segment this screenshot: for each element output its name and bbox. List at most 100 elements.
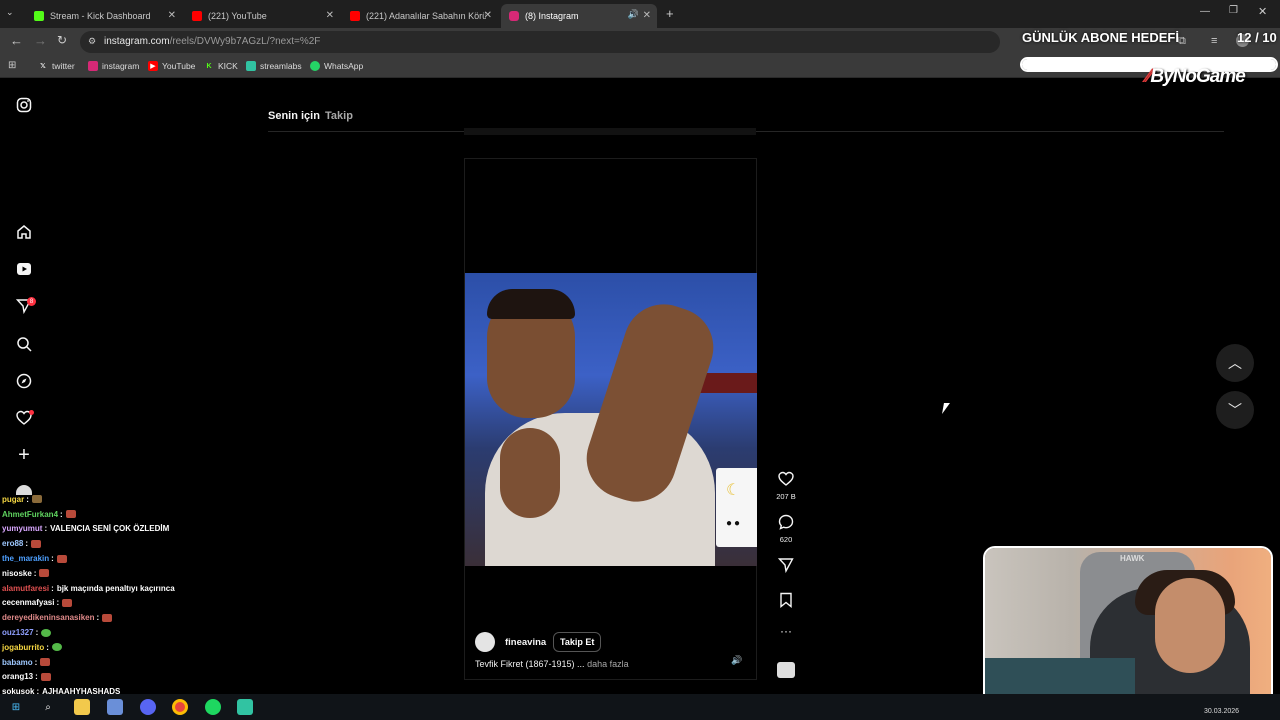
- tab-label: (221) Adanalılar Sabahın Körün: [366, 11, 486, 21]
- chat-username[interactable]: dereyedikeninsanasiken: [2, 613, 95, 622]
- bookmark-label: streamlabs: [260, 61, 302, 71]
- chat-emote-icon: [62, 598, 73, 607]
- chrome-icon[interactable]: [172, 699, 188, 715]
- forward-arrow-icon[interactable]: →: [34, 33, 47, 48]
- chat-username[interactable]: nisoske: [2, 569, 32, 578]
- chat-username[interactable]: ouz1327: [2, 628, 34, 637]
- search-icon[interactable]: [14, 334, 34, 354]
- minimize-button[interactable]: —: [1200, 6, 1210, 17]
- bookmark-streamlabs[interactable]: streamlabs: [246, 61, 302, 71]
- windows-start-icon[interactable]: ⊞: [8, 699, 24, 715]
- taskbar-search-icon[interactable]: ⌕: [40, 699, 56, 715]
- bookmark-youtube[interactable]: ▶ YouTube: [148, 61, 195, 71]
- like-count: 207 B: [776, 492, 796, 501]
- owner-username[interactable]: fineavina: [505, 637, 546, 648]
- spotify-icon[interactable]: [205, 699, 221, 715]
- speaker-icon[interactable]: 🔊: [628, 9, 639, 20]
- kick-logo-icon: K: [206, 62, 212, 70]
- bookmark-label: instagram: [102, 61, 140, 71]
- comment-count: 620: [779, 535, 793, 544]
- site-info-icon[interactable]: ⚙: [88, 36, 96, 47]
- create-plus-icon[interactable]: +: [14, 444, 34, 466]
- bookmark-twitter[interactable]: 𝕏twitter: [38, 61, 75, 71]
- home-icon[interactable]: [14, 222, 34, 242]
- tab-youtube-adanalilar[interactable]: (221) Adanalılar Sabahın Körün ✕: [342, 4, 498, 28]
- streamlabs-app-icon[interactable]: [237, 699, 253, 715]
- tab-following[interactable]: Takip: [325, 110, 353, 122]
- new-tab-button[interactable]: +: [666, 6, 674, 21]
- subscriber-goal-title: GÜNLÜK ABONE HEDEFİ: [1022, 30, 1179, 45]
- close-tab-icon[interactable]: ✕: [484, 10, 492, 21]
- chat-username[interactable]: cecenmafyasi: [2, 598, 54, 607]
- share-icon[interactable]: [776, 557, 796, 577]
- next-reel-chevron-down-icon[interactable]: ﹀: [1216, 391, 1254, 429]
- tab-for-you[interactable]: Senin için: [268, 110, 320, 122]
- bookmark-label: WhatsApp: [324, 61, 364, 71]
- chat-username[interactable]: ero88: [2, 539, 23, 548]
- close-window-button[interactable]: ✕: [1258, 5, 1267, 18]
- chat-separator: :: [96, 613, 100, 623]
- bookmark-label: YouTube: [162, 61, 196, 71]
- chat-username[interactable]: alamutfaresi: [2, 584, 49, 593]
- bookmark-instagram[interactable]: instagram: [88, 61, 139, 71]
- file-explorer-icon[interactable]: [74, 699, 90, 715]
- tab-list-button[interactable]: ⌄: [6, 7, 14, 18]
- stream-chat: pugar: AhmetFurkan4: yumyumut: VALENCIA SEN…: [2, 492, 242, 699]
- previous-reel-chevron-up-icon[interactable]: ︿: [1216, 344, 1254, 382]
- tab-instagram[interactable]: (8) Instagram 🔊 ✕: [501, 4, 657, 28]
- chat-message: the_marakin:: [2, 551, 242, 566]
- close-tab-icon[interactable]: ✕: [643, 10, 651, 21]
- messages-badge: 8: [27, 297, 36, 306]
- back-arrow-icon[interactable]: ←: [10, 33, 23, 48]
- chat-separator: :: [35, 672, 38, 682]
- follow-button[interactable]: Takip Et: [553, 632, 602, 652]
- chat-username[interactable]: jogaburrito: [2, 643, 44, 652]
- previous-reel-edge: [464, 128, 756, 135]
- chat-username[interactable]: yumyumut: [2, 524, 42, 533]
- chat-emote-icon: [31, 495, 42, 504]
- instagram-logo-icon[interactable]: [14, 95, 34, 115]
- bookmark-kick[interactable]: K KICK: [204, 61, 237, 71]
- app-icon[interactable]: [107, 699, 123, 715]
- chat-emote-icon: [39, 569, 50, 578]
- explore-compass-icon[interactable]: [14, 371, 34, 391]
- volume-icon[interactable]: 🔊: [730, 655, 744, 669]
- like-heart-icon[interactable]: [776, 471, 796, 491]
- caption-more-link[interactable]: daha fazla: [587, 659, 629, 669]
- url-text[interactable]: instagram.com/reels/DVWy9b7AGzL/?next=%2…: [104, 36, 320, 47]
- more-options-icon[interactable]: ···: [776, 624, 796, 638]
- chat-emote-icon: [40, 658, 51, 667]
- owner-avatar[interactable]: [475, 632, 495, 652]
- chat-message: ero88:: [2, 536, 242, 551]
- chat-username[interactable]: pugar: [2, 495, 24, 504]
- close-tab-icon[interactable]: ✕: [326, 10, 334, 21]
- media-queue-icon[interactable]: ≡: [1211, 35, 1217, 47]
- close-tab-icon[interactable]: ✕: [168, 10, 176, 21]
- extensions-icon[interactable]: ⧉: [1178, 35, 1186, 48]
- comment-icon[interactable]: [776, 514, 796, 534]
- chat-text: bjk maçında penaltıyı kaçırınca: [56, 583, 175, 593]
- restore-button[interactable]: ❐: [1229, 5, 1238, 16]
- reels-icon[interactable]: [14, 259, 34, 279]
- discord-icon[interactable]: [140, 699, 156, 715]
- save-bookmark-icon[interactable]: [776, 592, 796, 612]
- tab-label: (221) YouTube: [208, 11, 267, 21]
- apps-grid-icon[interactable]: ⊞: [8, 60, 16, 71]
- chat-username[interactable]: the_marakin: [2, 554, 49, 563]
- chat-username[interactable]: AhmetFurkan4: [2, 510, 58, 519]
- audio-thumbnail[interactable]: [777, 662, 795, 678]
- chat-separator: :: [25, 539, 29, 549]
- windows-taskbar: [0, 694, 1280, 720]
- reel-video-frame[interactable]: [465, 273, 757, 566]
- instagram-logo-icon: [88, 61, 98, 71]
- notification-dot: [29, 410, 34, 415]
- reel-caption[interactable]: Tevfik Fikret (1867-1915) ... daha fazla: [475, 659, 629, 669]
- reload-icon[interactable]: ↻: [57, 33, 67, 47]
- chat-username[interactable]: babamo: [2, 658, 33, 667]
- tab-label: Stream - Kick Dashboard: [50, 11, 151, 21]
- person-hair: [487, 289, 575, 319]
- chat-username[interactable]: orang13: [2, 672, 33, 681]
- tab-kick-dashboard[interactable]: Stream - Kick Dashboard ✕: [26, 4, 182, 28]
- tab-youtube[interactable]: (221) YouTube ✕: [184, 4, 340, 28]
- bookmark-whatsapp[interactable]: WhatsApp: [310, 61, 363, 71]
